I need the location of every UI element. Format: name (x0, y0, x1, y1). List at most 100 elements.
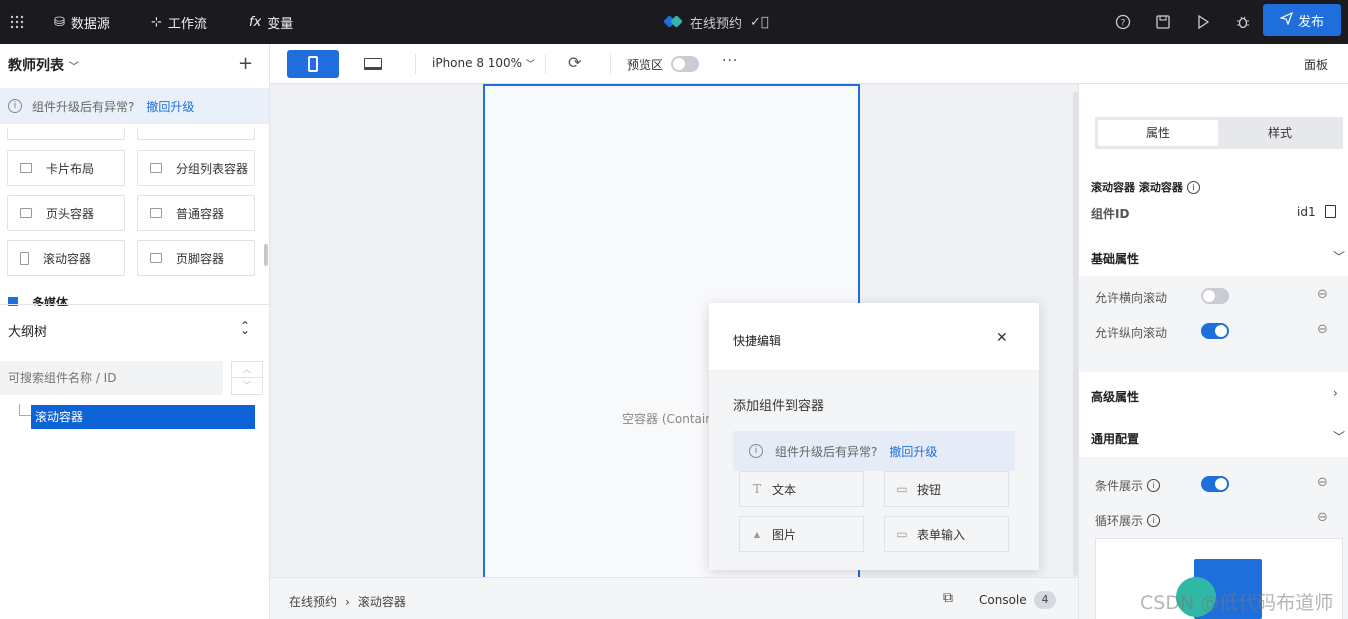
popover-header: 快捷编辑 ✕ (709, 303, 1039, 371)
advanced-properties-header[interactable]: 高级属性 › (1079, 376, 1348, 414)
chevron-up-icon[interactable]: ︿ (232, 362, 262, 378)
link-icon[interactable]: ⊖ (1317, 475, 1328, 490)
tab-styles[interactable]: 样式 (1220, 120, 1340, 146)
more-icon[interactable]: ··· (722, 53, 738, 69)
chevron-down-icon: ﹀ (1333, 250, 1346, 264)
publish-label: 发布 (1297, 14, 1324, 30)
component-label: 分组列表容器 (176, 161, 249, 176)
console-count-badge: 4 (1034, 591, 1056, 609)
outline-stepper[interactable]: ︿ ﹀ (231, 361, 263, 395)
send-icon (1279, 11, 1294, 29)
link-icon[interactable]: ⊖ (1317, 287, 1328, 302)
property-tabs: 属性 样式 (1095, 117, 1343, 149)
button-icon: ▭ (896, 482, 908, 496)
outline-header[interactable]: 大纲树 ⌃ ⌄ (0, 304, 269, 352)
outline-title: 大纲树 (8, 325, 48, 340)
divider (610, 54, 611, 74)
add-image-component[interactable]: ▲ 图片 (739, 516, 864, 552)
add-page-icon[interactable]: + (238, 53, 253, 74)
variables-menu[interactable]: fx 变量 (249, 0, 293, 44)
save-icon[interactable] (1153, 12, 1173, 32)
breadcrumb-item[interactable]: 滚动容器 (358, 595, 406, 609)
expand-collapse-icon[interactable]: ⌃ ⌄ (240, 319, 250, 347)
add-button-component[interactable]: ▭ 按钮 (884, 471, 1009, 507)
page-title[interactable]: 教师列表 ﹀ (8, 55, 79, 75)
component-header-container[interactable]: 页头容器 (7, 195, 125, 231)
copy-icon[interactable] (1325, 205, 1336, 218)
mobile-view-button[interactable] (287, 50, 339, 78)
run-icon[interactable] (1193, 12, 1213, 32)
apps-menu-icon[interactable] (10, 0, 24, 44)
revert-upgrade-link[interactable]: 撤回升级 (146, 98, 194, 115)
link-icon[interactable]: ⊖ (1317, 322, 1328, 337)
breadcrumb: 在线预约 › 滚动容器 (289, 593, 414, 610)
basic-properties-header[interactable]: 基础属性 ﹀ (1079, 238, 1348, 276)
allow-h-scroll-toggle[interactable] (1201, 288, 1229, 304)
component-normal-container[interactable]: 普通容器 (137, 195, 255, 231)
scroll-container-icon (20, 251, 29, 265)
component-label: 普通容器 (176, 206, 225, 221)
watermark: CSDN @低代码布道师 (1140, 592, 1334, 614)
close-icon[interactable]: ✕ (996, 330, 1008, 346)
preview-label: 预览区 (627, 58, 664, 72)
add-form-input-component[interactable]: ▭ 表单输入 (884, 516, 1009, 552)
info-icon[interactable]: i (1147, 514, 1161, 527)
component-footer-container[interactable]: 页脚容器 (137, 240, 255, 276)
preview-toggle[interactable] (671, 56, 699, 72)
link-icon[interactable]: ⊖ (1317, 510, 1328, 525)
panel-toggle[interactable]: 面板 (1304, 56, 1328, 73)
left-panel: 教师列表 ﹀ + i 组件升级后有异常? 撤回升级 卡片布局 分组列表容器 页头… (0, 44, 270, 619)
component-name-text: 滚动容器 滚动容器 (1091, 181, 1183, 194)
datasource-menu[interactable]: ⛁ 数据源 (54, 0, 110, 44)
component-card-layout[interactable]: 卡片布局 (7, 150, 125, 186)
variables-label: 变量 (267, 16, 294, 32)
refresh-icon[interactable]: ⟳ (568, 53, 581, 72)
workflow-label: 工作流 (167, 16, 207, 32)
component-group-list[interactable]: 分组列表容器 (137, 150, 255, 186)
tree-node-scroll-container[interactable]: 滚动容器 (31, 405, 255, 429)
page-selector[interactable]: 教师列表 ﹀ + (0, 44, 270, 84)
info-icon: i (8, 99, 22, 113)
chevron-right-icon: › (1333, 386, 1338, 400)
component-scroll-container[interactable]: 滚动容器 (7, 240, 125, 276)
divider (415, 54, 416, 74)
conditional-display-text: 条件展示 (1095, 479, 1144, 493)
revert-upgrade-link[interactable]: 撤回升级 (889, 443, 937, 460)
section-title: 基础属性 (1091, 252, 1140, 266)
component-item-partial[interactable] (7, 128, 125, 140)
allow-h-scroll-label: 允许横向滚动 (1095, 291, 1168, 305)
conditional-display-label: 条件展示 i (1095, 477, 1161, 494)
loop-display-text: 循环展示 (1095, 514, 1144, 528)
allow-v-scroll-toggle[interactable] (1201, 323, 1229, 339)
basic-properties-body: 允许横向滚动 ⊖ 允许纵向滚动 ⊖ (1079, 276, 1348, 372)
console-icon[interactable]: ⧉ (943, 590, 953, 606)
chevron-down-icon[interactable]: ﹀ (232, 378, 262, 394)
info-icon[interactable]: i (1147, 479, 1161, 492)
desktop-view-button[interactable] (347, 50, 399, 78)
image-icon: ▲ (753, 529, 761, 539)
outline-search-input[interactable] (0, 361, 223, 395)
workflow-menu[interactable]: ⊹ 工作流 (151, 0, 207, 44)
component-list-scrollbar[interactable] (264, 244, 268, 266)
header-container-icon (20, 208, 32, 218)
console-label[interactable]: Console (979, 593, 1027, 607)
conditional-display-toggle[interactable] (1201, 476, 1229, 492)
add-text-component[interactable]: T 文本 (739, 471, 864, 507)
general-config-header[interactable]: 通用配置 ﹀ (1079, 418, 1348, 456)
info-icon[interactable]: i (1186, 180, 1200, 194)
debug-bug-icon[interactable] (1233, 12, 1253, 32)
laptop-icon (364, 58, 382, 70)
device-zoom-select[interactable]: iPhone 8 100% ﹀ (432, 56, 535, 70)
help-icon[interactable]: ? (1113, 12, 1133, 32)
publish-button[interactable]: 发布 (1263, 4, 1341, 36)
breadcrumb-item[interactable]: 在线预约 (289, 595, 337, 609)
component-label: 页脚容器 (176, 251, 225, 266)
canvas-toolbar: iPhone 8 100% ﹀ ⟳ 预览区 ··· 面板 (270, 44, 1348, 84)
tab-properties[interactable]: 属性 (1098, 120, 1218, 146)
component-item-partial[interactable] (137, 128, 255, 140)
component-label: 文本 (772, 482, 797, 497)
function-icon: fx (249, 14, 262, 30)
component-label: 按钮 (917, 482, 942, 497)
workflow-icon: ⊹ (151, 14, 162, 30)
app-logo-icon (663, 15, 683, 29)
